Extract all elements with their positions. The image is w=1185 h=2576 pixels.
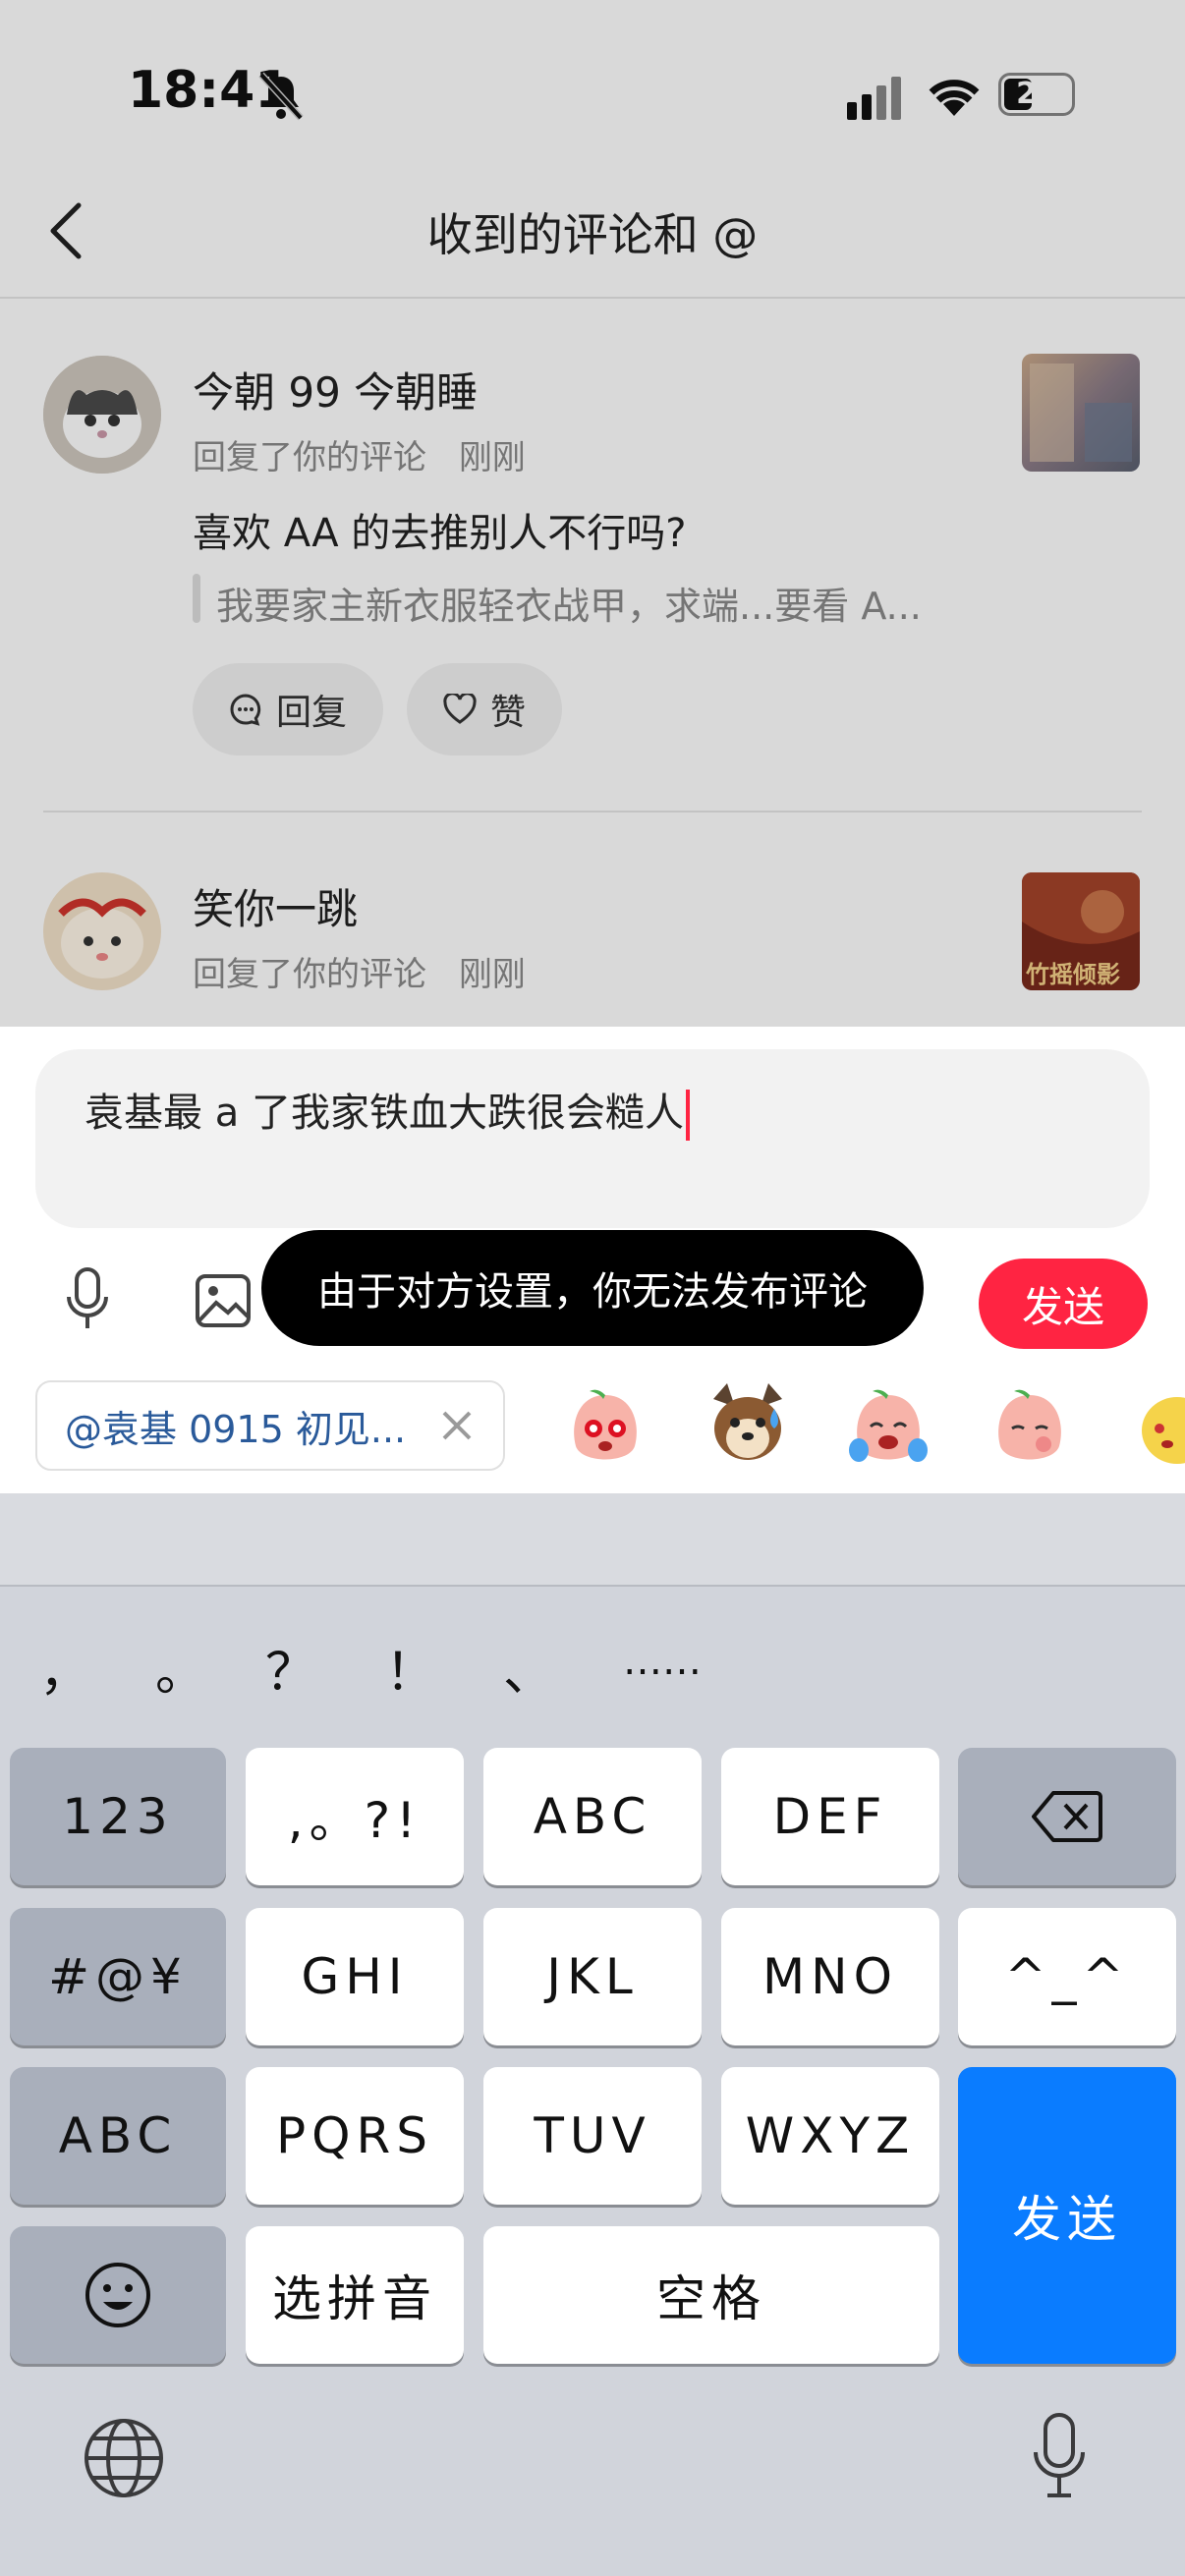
key-tuv[interactable]: TUV [483, 2067, 702, 2205]
send-button[interactable]: 发送 [979, 1259, 1148, 1349]
sticker-peach-shy[interactable] [992, 1385, 1067, 1470]
key-pqrs[interactable]: PQRS [246, 2067, 464, 2205]
punct-period[interactable]: 。 [155, 1631, 206, 1705]
smiley-icon [85, 2263, 150, 2327]
punct-question[interactable]: ？ [265, 1631, 316, 1705]
image-icon[interactable] [195, 1273, 252, 1332]
key-wxyz[interactable]: WXYZ [721, 2067, 939, 2205]
punct-exclaim[interactable]: ！ [385, 1631, 436, 1705]
dictation-icon[interactable] [1030, 2411, 1089, 2505]
backspace-icon [1032, 1791, 1102, 1842]
key-ghi[interactable]: GHI [246, 1908, 464, 2045]
key-mno[interactable]: MNO [721, 1908, 939, 2045]
sticker-peach-blush[interactable] [568, 1385, 643, 1470]
dim-overlay[interactable] [0, 0, 1185, 1027]
sticker-peach-cry[interactable] [847, 1385, 930, 1470]
backspace-key[interactable] [958, 1748, 1176, 1885]
key-abc[interactable]: ABC [483, 1748, 702, 1885]
close-icon[interactable] [440, 1403, 474, 1453]
input-text: 袁基最 a 了我家铁血大跌很会糙人 [85, 1091, 684, 1136]
sticker-dog-sweat[interactable] [705, 1379, 790, 1470]
key-emoticon[interactable]: ^_^ [958, 1908, 1176, 2045]
mention-text: @袁基 0915 初见... [65, 1407, 407, 1451]
text-caret [685, 1090, 690, 1141]
toast-message: 由于对方设置，你无法发布评论 [261, 1230, 924, 1346]
key-jkl[interactable]: JKL [483, 1908, 702, 2045]
key-abc-switch[interactable]: ABC [10, 2067, 226, 2205]
punct-comma[interactable]: ， [39, 1631, 90, 1705]
emoji-key[interactable] [10, 2226, 226, 2364]
key-def[interactable]: DEF [721, 1748, 939, 1885]
key-symbols[interactable]: #@¥ [10, 1908, 226, 2045]
keyboard-send-key[interactable]: 发送 [958, 2067, 1176, 2364]
punct-dunhao[interactable]: 、 [503, 1631, 554, 1705]
notifications-page: 18:41 23 收到的评论和 @ 今朝 99 今朝睡 回复了你的评论 刚刚 喜… [0, 0, 1185, 1027]
sticker-partial[interactable] [1138, 1389, 1185, 1470]
punct-ellipsis[interactable]: …… [623, 1639, 702, 1684]
space-key[interactable]: 空格 [483, 2226, 939, 2364]
key-123[interactable]: 123 [10, 1748, 226, 1885]
keyboard-divider [0, 1585, 1185, 1587]
voice-input-icon[interactable] [65, 1267, 110, 1336]
globe-icon[interactable] [83, 2417, 165, 2503]
key-select-pinyin[interactable]: 选拼音 [246, 2226, 464, 2364]
comment-input-value[interactable]: 袁基最 a 了我家铁血大跌很会糙人 [85, 1081, 690, 1141]
mention-chip[interactable]: @袁基 0915 初见... [35, 1380, 505, 1471]
keyboard-candidate-bar [0, 1493, 1185, 1586]
key-punctuation[interactable]: ,。?! [246, 1748, 464, 1885]
